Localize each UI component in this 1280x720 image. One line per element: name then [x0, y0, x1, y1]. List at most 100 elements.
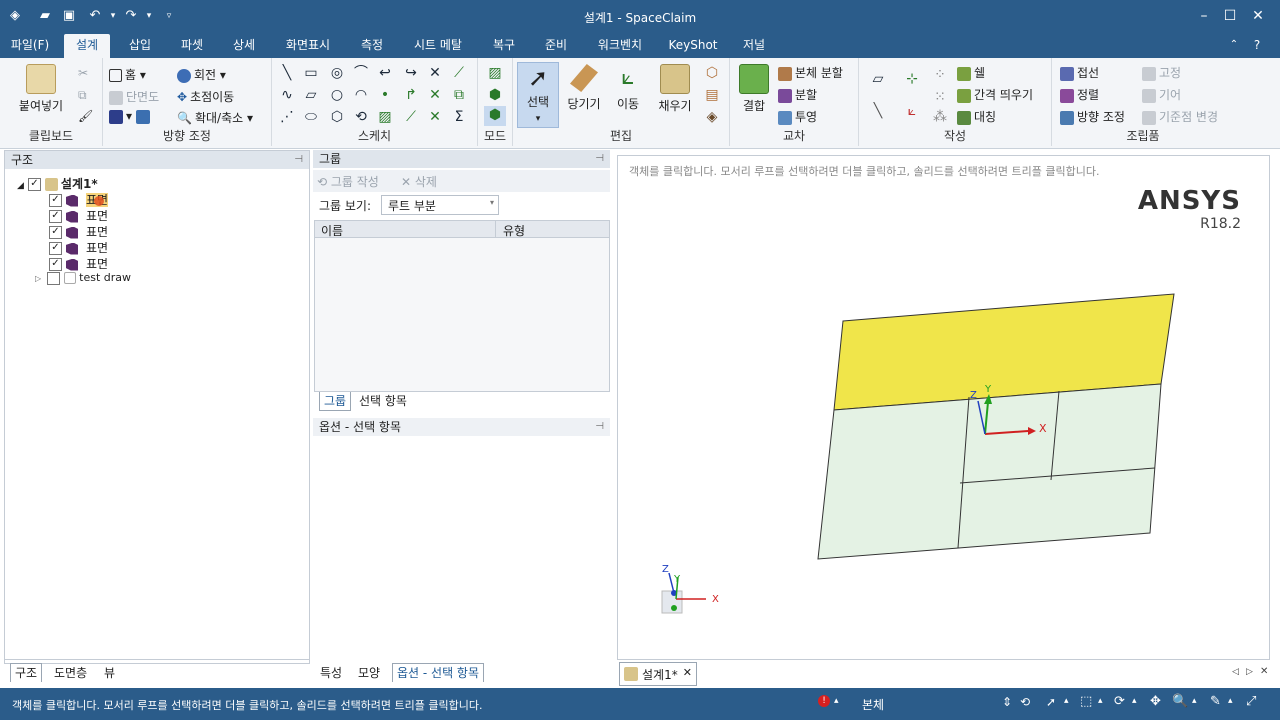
- rotate-button[interactable]: 회전 ▾: [177, 66, 226, 83]
- group-view-select[interactable]: 루트 부분 ▾: [381, 195, 499, 215]
- rotate-view-icon[interactable]: ⟳: [1114, 694, 1125, 709]
- plane-icon[interactable]: ▱: [869, 70, 887, 88]
- tree-item-surface[interactable]: ✓표면: [49, 255, 108, 272]
- error-icon[interactable]: !: [818, 695, 830, 707]
- offset-button[interactable]: 간격 띄우기: [957, 86, 1033, 103]
- construction-line-icon[interactable]: ⋰: [278, 108, 296, 126]
- corner-icon[interactable]: ✕: [426, 86, 444, 104]
- three-point-rectangle-icon[interactable]: ▱: [302, 86, 320, 104]
- selection-filter[interactable]: 본체: [862, 696, 884, 713]
- tab-keyshot[interactable]: KeyShot: [664, 34, 722, 58]
- tab-appearance[interactable]: 모양: [358, 664, 380, 682]
- axis-icon[interactable]: ╲: [869, 102, 887, 120]
- circular-pattern-icon[interactable]: ⁙: [931, 88, 949, 106]
- tree-item-surface[interactable]: ✓표면: [49, 223, 108, 240]
- combine-button[interactable]: 결합: [734, 64, 774, 114]
- tab-display[interactable]: 화면표시: [276, 34, 340, 58]
- spin-icon[interactable]: ⇕: [1002, 695, 1012, 709]
- tab-detail[interactable]: 상세: [222, 34, 266, 58]
- tab-facet[interactable]: 파셋: [170, 34, 214, 58]
- tree-root[interactable]: ◢ ✓ 설계1*: [17, 175, 98, 192]
- collapse-arrow-icon[interactable]: ◢: [17, 181, 24, 191]
- tangent-button[interactable]: 접선: [1060, 64, 1099, 81]
- zoom-button[interactable]: 🔍 확대/축소 ▾: [177, 109, 253, 126]
- fill-pattern-icon[interactable]: ⁂: [931, 108, 949, 126]
- tab-journal[interactable]: 저널: [732, 34, 776, 58]
- column-type[interactable]: 유형: [503, 222, 525, 239]
- split-body-button[interactable]: 본체 분할: [778, 64, 843, 81]
- item-checkbox[interactable]: ✓: [49, 258, 62, 271]
- close-tab-icon[interactable]: ✕: [683, 666, 692, 679]
- column-name[interactable]: 이름: [321, 222, 343, 239]
- orient-button[interactable]: 방향 조정: [1060, 108, 1125, 125]
- tab-properties[interactable]: 특성: [320, 664, 342, 682]
- tab-options-selection[interactable]: 옵션 - 선택 항목: [392, 663, 485, 682]
- close-document-icon[interactable]: ✕: [1260, 666, 1268, 677]
- tab-prepare[interactable]: 준비: [534, 34, 578, 58]
- sketch-mode-icon[interactable]: ▨: [486, 64, 504, 82]
- rotate-dropdown-icon[interactable]: ▴: [1132, 696, 1137, 706]
- shell-button[interactable]: 쉘: [957, 64, 985, 81]
- fillet-icon[interactable]: ⟋: [402, 108, 420, 126]
- tree-item-test-draw[interactable]: ▷ test draw: [35, 271, 131, 285]
- root-checkbox[interactable]: ✓: [27, 178, 41, 191]
- polyline-icon[interactable]: ⟲: [352, 108, 370, 126]
- zoom-view-icon[interactable]: 🔍: [1172, 694, 1188, 709]
- ribbon-collapse-icon[interactable]: ⌃: [1226, 34, 1242, 58]
- project-button[interactable]: 투영: [778, 108, 817, 125]
- fullscreen-icon[interactable]: ⤢: [1246, 694, 1256, 709]
- linear-pattern-icon[interactable]: ⁘: [931, 66, 949, 84]
- section-mode-icon[interactable]: ⬢: [486, 86, 504, 104]
- tree-item-surface[interactable]: ✓표면: [49, 207, 108, 224]
- tab-measure[interactable]: 측정: [350, 34, 394, 58]
- mirror-button[interactable]: 대칭: [957, 108, 996, 125]
- equation-icon[interactable]: Σ: [450, 108, 468, 126]
- document-tab[interactable]: 설계1* ✕: [619, 662, 697, 686]
- move-grid-icon[interactable]: ⧉: [450, 86, 468, 104]
- pan-view-icon[interactable]: ✥: [1150, 694, 1161, 709]
- coordinate-system-icon[interactable]: ⟀: [903, 102, 921, 120]
- ellipse-icon[interactable]: ⬭: [302, 108, 320, 126]
- split-button[interactable]: 분할: [778, 86, 817, 103]
- circle-icon[interactable]: ◎: [328, 64, 346, 82]
- fill-button[interactable]: 채우기: [653, 64, 697, 114]
- tab-scroll-right-icon[interactable]: ▷: [1246, 667, 1253, 677]
- three-point-circle-icon[interactable]: ○: [328, 86, 346, 104]
- tab-sheet-metal[interactable]: 시트 메탈: [404, 34, 472, 58]
- section-view-button[interactable]: 단면도: [109, 88, 159, 105]
- tab-selection[interactable]: 선택 항목: [359, 392, 407, 410]
- pin-icon[interactable]: ⊣: [595, 418, 604, 436]
- item-checkbox[interactable]: [47, 271, 61, 285]
- delete-group-button[interactable]: ✕ 삭제: [401, 173, 437, 190]
- item-checkbox[interactable]: ✓: [49, 242, 62, 255]
- tab-insert[interactable]: 삽입: [118, 34, 162, 58]
- box-select-dropdown-icon[interactable]: ▴: [1098, 696, 1103, 706]
- anchor-button[interactable]: 기준점 변경: [1142, 108, 1218, 125]
- polygon-icon[interactable]: ⬡: [328, 108, 346, 126]
- rectangle-icon[interactable]: ▭: [302, 64, 320, 82]
- pull-button[interactable]: 당기기: [563, 64, 605, 112]
- minimize-button[interactable]: –: [1192, 6, 1216, 26]
- bend-icon[interactable]: ⟋: [450, 64, 468, 82]
- point-icon[interactable]: •: [376, 86, 394, 104]
- view-cube-button[interactable]: ▾: [109, 109, 153, 124]
- replace-icon[interactable]: ▤: [703, 86, 721, 104]
- tab-scroll-left-icon[interactable]: ◁: [1232, 667, 1239, 677]
- 3d-mode-icon[interactable]: ⬢: [484, 106, 506, 126]
- model-canvas[interactable]: X Y Z X Y Z: [618, 156, 1269, 659]
- paste-button[interactable]: 붙여넣기: [14, 64, 68, 114]
- zoom-dropdown-icon[interactable]: ▴: [1192, 696, 1197, 706]
- tab-file[interactable]: 파일(F): [4, 34, 56, 58]
- sweep-arc-icon[interactable]: ↪: [402, 64, 420, 82]
- item-checkbox[interactable]: ✓: [49, 194, 62, 207]
- pan-button[interactable]: ✥ 초점이동: [177, 88, 234, 105]
- tweak-face-icon[interactable]: ◈: [703, 108, 721, 126]
- item-checkbox[interactable]: ✓: [49, 210, 62, 223]
- tab-repair[interactable]: 복구: [482, 34, 526, 58]
- copy-icon[interactable]: ⧉: [78, 88, 87, 103]
- tree-item-surface[interactable]: ✓표면: [49, 239, 108, 256]
- tab-design[interactable]: 설계: [64, 34, 110, 58]
- arc-icon[interactable]: ⌒: [352, 64, 370, 82]
- item-checkbox[interactable]: ✓: [49, 226, 62, 239]
- format-painter-icon[interactable]: 🖌: [78, 109, 93, 123]
